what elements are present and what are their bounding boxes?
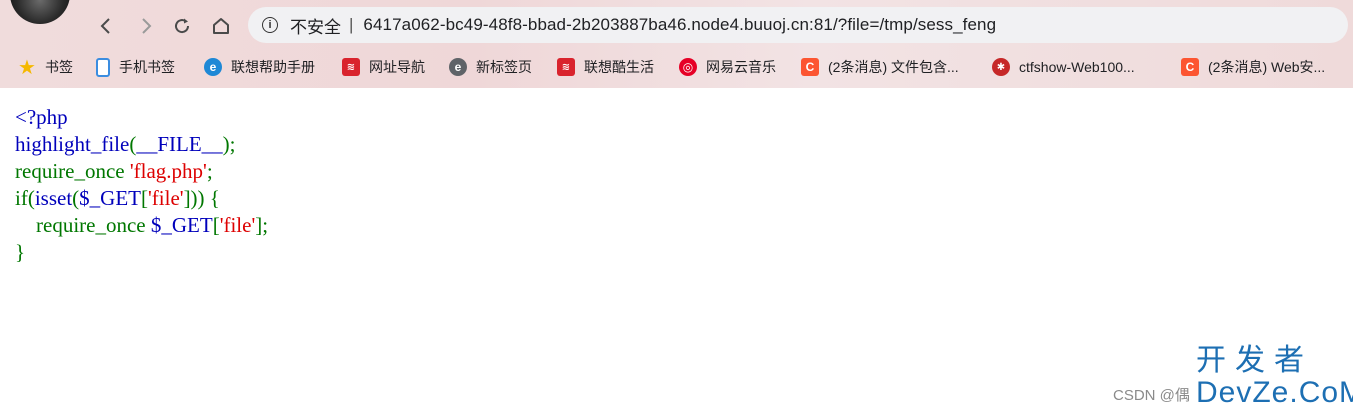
code-line: highlight_file(__FILE__); — [15, 132, 236, 156]
edge-icon: e — [204, 58, 222, 76]
bookmark-item[interactable]: ✱ ctfshow-Web100... — [992, 51, 1135, 83]
bookmark-item[interactable]: ◎ 网易云音乐 — [679, 51, 776, 83]
bookmark-label: 网易云音乐 — [706, 59, 776, 75]
spiderman-icon: ✱ — [992, 58, 1010, 76]
bookmark-label: 联想酷生活 — [584, 59, 654, 75]
php-source-code: <?php highlight_file(__FILE__); require_… — [15, 104, 268, 266]
bookmark-item[interactable]: e 新标签页 — [449, 51, 532, 83]
reload-icon — [175, 18, 190, 34]
bookmark-label: 新标签页 — [476, 59, 532, 75]
back-arrow-icon — [100, 18, 110, 34]
bookmark-label: 联想帮助手册 — [231, 59, 315, 75]
code-line: } — [15, 240, 26, 264]
profile-avatar[interactable] — [10, 0, 70, 24]
devze-watermark-bottom: DevZe.CoM — [1196, 376, 1353, 409]
reload-button[interactable] — [168, 12, 196, 40]
browser-toolbar: i 不安全 | 6417a062-bc49-48f8-bbad-2b203887… — [0, 0, 1353, 88]
bookmark-item[interactable]: ≋ 网址导航 — [342, 51, 425, 83]
forward-arrow-icon — [142, 18, 152, 34]
bookmark-label: 网址导航 — [369, 59, 425, 75]
bookmark-label: (2条消息) Web安... — [1208, 59, 1326, 75]
bookmark-label: 书签 — [45, 59, 73, 75]
back-button[interactable] — [92, 12, 120, 40]
address-separator: | — [349, 15, 354, 34]
url-text[interactable]: 6417a062-bc49-48f8-bbad-2b203887ba46.nod… — [363, 15, 996, 35]
info-icon[interactable]: i — [262, 17, 278, 33]
bookmarks-bar: ★ 书签 手机书签 e 联想帮助手册 ≋ 网址导航 e 新标签页 ≋ 联想酷生活… — [0, 51, 1353, 83]
home-button[interactable] — [207, 12, 235, 40]
address-bar[interactable]: i 不安全 | 6417a062-bc49-48f8-bbad-2b203887… — [248, 7, 1348, 43]
code-line: <?php — [15, 105, 68, 129]
bookmark-label: 手机书签 — [119, 59, 175, 75]
csdn-icon: C — [1181, 58, 1199, 76]
bookmark-label: ctfshow-Web100... — [1019, 59, 1135, 75]
home-icon — [213, 18, 229, 34]
lenovo-nav-icon: ≋ — [342, 58, 360, 76]
devze-watermark-top: 开发者 — [1196, 344, 1313, 377]
bookmark-item[interactable]: C (2条消息) Web安... — [1181, 51, 1325, 83]
csdn-watermark: CSDN @偶 — [1113, 387, 1190, 404]
bookmark-item[interactable]: ★ 书签 — [18, 51, 73, 83]
code-line: require_once 'flag.php'; — [15, 159, 213, 183]
security-status[interactable]: 不安全 — [290, 13, 341, 38]
bookmark-item[interactable]: ≋ 联想酷生活 — [557, 51, 654, 83]
bookmark-item[interactable]: C (2条消息) 文件包含... — [801, 51, 959, 83]
bookmark-label: (2条消息) 文件包含... — [828, 59, 959, 75]
bookmark-item[interactable]: e 联想帮助手册 — [204, 51, 315, 83]
forward-button[interactable] — [132, 12, 160, 40]
code-line: if(isset($_GET['file'])) { — [15, 186, 220, 210]
code-line: require_once $_GET['file']; — [15, 213, 269, 237]
star-icon: ★ — [18, 56, 36, 79]
bookmark-item[interactable]: 手机书签 — [96, 51, 175, 83]
csdn-icon: C — [801, 58, 819, 76]
netease-music-icon: ◎ — [679, 58, 697, 76]
new-tab-icon: e — [449, 58, 467, 76]
lenovo-life-icon: ≋ — [557, 58, 575, 76]
phone-icon — [96, 57, 110, 77]
